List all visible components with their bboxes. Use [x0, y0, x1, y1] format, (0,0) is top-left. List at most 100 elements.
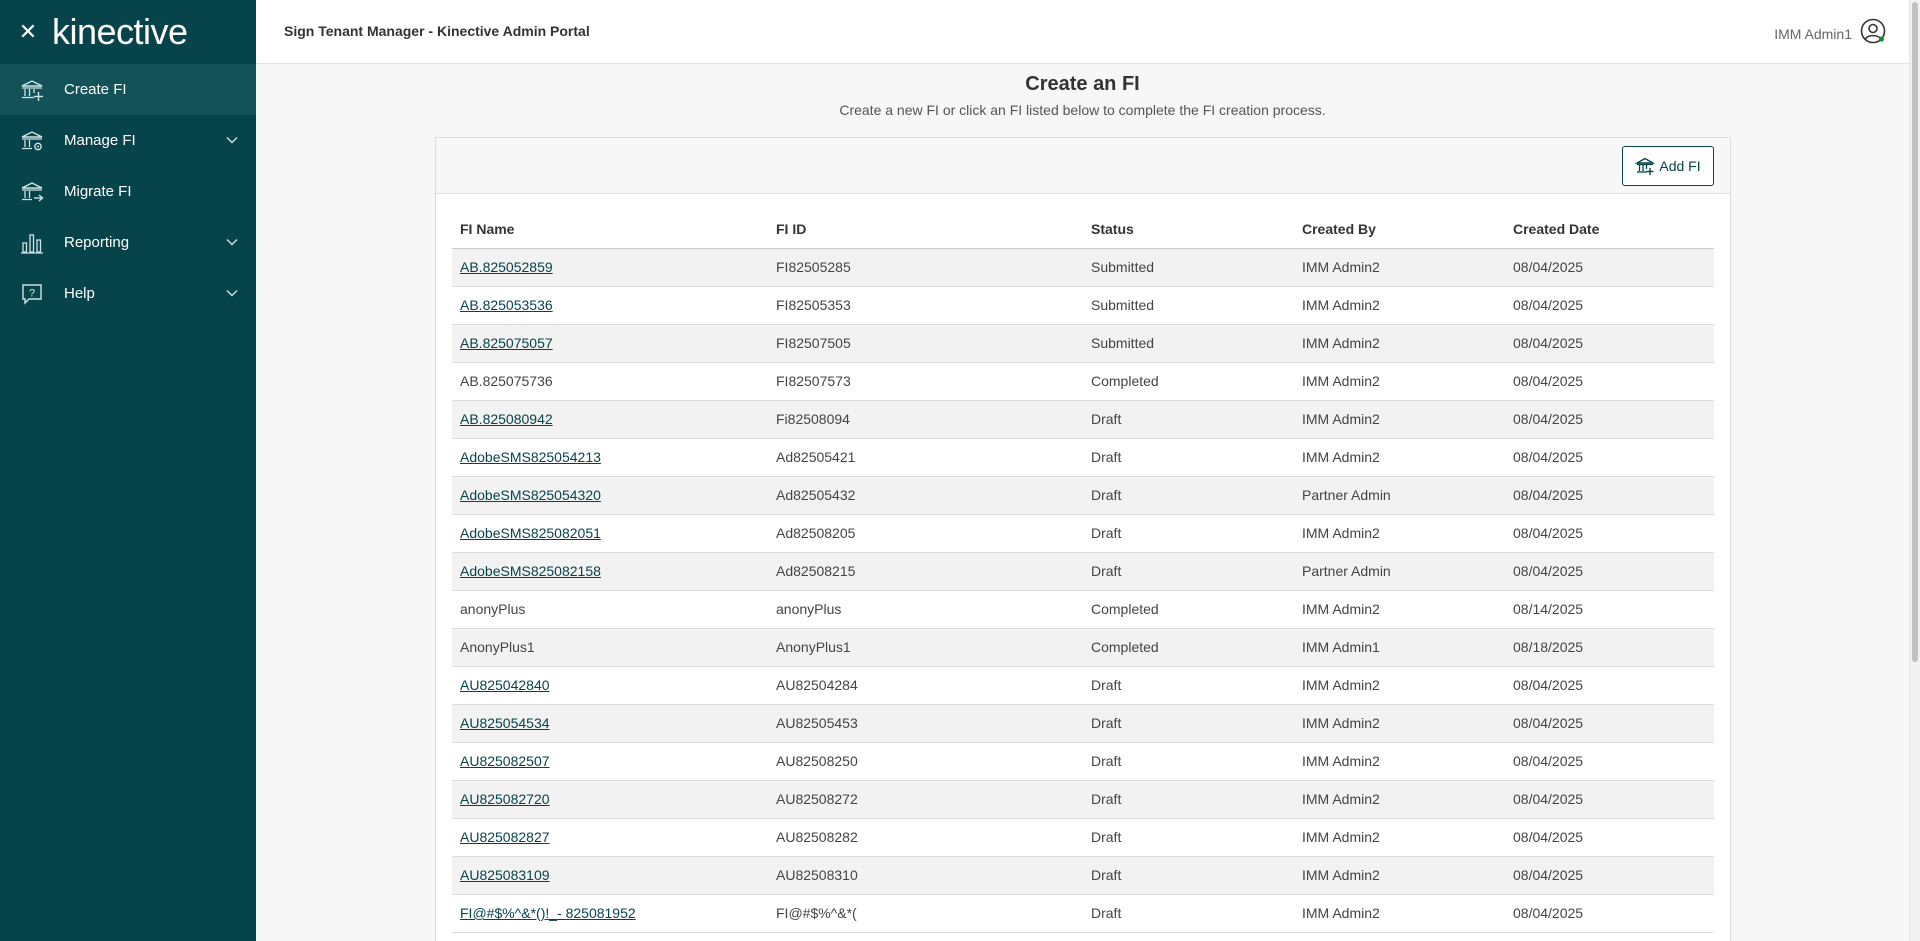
table-row[interactable]: AB.825053536 FI82505353 Submitted IMM Admin…	[452, 286, 1714, 325]
fi-name-link[interactable]: AdobeSMS825054320	[460, 487, 601, 503]
column-header-fi-name[interactable]: FI Name	[452, 210, 768, 249]
created-date-cell: 08/04/2025	[1505, 856, 1714, 895]
fi-name-link[interactable]: AB.825053536	[460, 297, 553, 313]
status-cell: Completed	[1083, 362, 1294, 401]
fi-name-link[interactable]: AdobeSMS825082158	[460, 563, 601, 579]
close-icon[interactable]: ✕	[18, 20, 38, 45]
table-row[interactable]: AU825082720 AU82508272 Draft IMM Admin2 08/0…	[452, 780, 1714, 819]
fi-name-link[interactable]: AU825082827	[460, 829, 550, 845]
chevron-down-icon[interactable]	[224, 285, 240, 301]
table-row[interactable]: AU825082507 AU82508250 Draft IMM Admin2 08/0…	[452, 742, 1714, 781]
status-cell: Draft	[1083, 818, 1294, 857]
fi-name-link[interactable]: AU825083109	[460, 867, 550, 883]
fi-name-link[interactable]: AU825082507	[460, 753, 550, 769]
fi-name-link[interactable]: AB.825080942	[460, 411, 553, 427]
status-cell: Draft	[1083, 666, 1294, 705]
fi-name-cell: AU825082720	[452, 780, 768, 819]
sidebar-item-label: Create FI	[64, 81, 127, 98]
add-fi-button[interactable]: Add FI	[1622, 146, 1714, 186]
sidebar-item-label: Reporting	[64, 234, 130, 251]
scrollbar-thumb[interactable]	[1912, 2, 1918, 662]
status-cell: Draft	[1083, 476, 1294, 515]
fi-name-cell: AB.825075736	[452, 362, 768, 401]
bank-arrow-icon	[18, 178, 46, 206]
column-header-fi-id[interactable]: FI ID	[768, 210, 1083, 249]
fi-list-card: Add FI FI Name FI ID Status Created By C…	[435, 137, 1731, 941]
column-header-status[interactable]: Status	[1083, 210, 1294, 249]
created-by-cell: IMM Admin2	[1294, 286, 1505, 325]
kinective-logo: kinective	[52, 11, 188, 52]
status-cell: Draft	[1083, 400, 1294, 439]
sidebar-item-help[interactable]: ? Help	[0, 268, 256, 319]
page-scrollbar[interactable]	[1909, 0, 1920, 941]
fi-name-cell: AdobeSMS825054320	[452, 476, 768, 515]
chevron-down-icon[interactable]	[224, 234, 240, 250]
bar-chart-icon	[18, 229, 46, 257]
user-avatar-icon[interactable]	[1860, 18, 1886, 49]
fi-id-cell: AU82508250	[768, 742, 1083, 781]
app-title: Sign Tenant Manager - Kinective Admin Po…	[284, 23, 590, 39]
fi-id-cell: FI82505285	[768, 248, 1083, 287]
created-date-cell: 08/04/2025	[1505, 666, 1714, 705]
table-row[interactable]: AU825082827 AU82508282 Draft IMM Admin2 08/0…	[452, 818, 1714, 857]
card-toolbar: Add FI	[436, 138, 1730, 194]
table-header-row: FI Name FI ID Status Created By Created …	[452, 210, 1714, 249]
fi-name-link[interactable]: AB.825075057	[460, 335, 553, 351]
table-row: AnonyPlus1 AnonyPlus1 Completed IMM Admin1 0…	[452, 628, 1714, 667]
fi-name-cell: AB.825075057	[452, 324, 768, 363]
table-row[interactable]: AdobeSMS825054320 Ad82505432 Draft Partner …	[452, 476, 1714, 515]
created-date-cell: 08/04/2025	[1505, 704, 1714, 743]
page-title: Create an FI	[1025, 73, 1140, 95]
fi-name-link[interactable]: FI@#$%^&*()!_- 825081952	[460, 905, 636, 921]
status-cell: Draft	[1083, 438, 1294, 477]
table-row[interactable]: AB.825052859 FI82505285 Submitted IMM Admin…	[452, 248, 1714, 287]
sidebar-item-manage-fi[interactable]: Manage FI	[0, 115, 256, 166]
table-row[interactable]: FI@#$%^&*()!_- 825081952 FI@#$%^&*(Draft I…	[452, 894, 1714, 933]
created-by-cell: IMM Admin2	[1294, 818, 1505, 857]
fi-id-cell: FI82507573	[768, 362, 1083, 401]
table-row[interactable]: AU825054534 AU82505453 Draft IMM Admin2 08/0…	[452, 704, 1714, 743]
column-header-created-date[interactable]: Created Date	[1505, 210, 1714, 249]
fi-name-link[interactable]: AdobeSMS825082051	[460, 525, 601, 541]
user-menu[interactable]: IMM Admin1	[1774, 18, 1886, 49]
chevron-down-icon[interactable]	[224, 132, 240, 148]
created-date-cell: 08/04/2025	[1505, 438, 1714, 477]
sidebar-item-migrate-fi[interactable]: Migrate FI	[0, 166, 256, 217]
table-row[interactable]: AdobeSMS825054213 Ad82505421 Draft IMM Admi…	[452, 438, 1714, 477]
fi-name-link[interactable]: AU825042840	[460, 677, 550, 693]
fi-name-link[interactable]: AdobeSMS825054213	[460, 449, 601, 465]
sidebar: ✕ kinective Create FI Manage FI Migrate FI…	[0, 0, 256, 941]
add-fi-label: Add FI	[1659, 158, 1701, 174]
sidebar-item-create-fi[interactable]: Create FI	[0, 64, 256, 115]
bank-plus-icon	[18, 76, 46, 104]
fi-id-cell: FI@#$%^&*(	[768, 894, 1083, 933]
fi-name-link[interactable]: AU825082720	[460, 791, 550, 807]
fi-id-cell: AU82504284	[768, 666, 1083, 705]
status-cell: Submitted	[1083, 324, 1294, 363]
table-row[interactable]: AU825083109 AU82508310 Draft IMM Admin2 08/0…	[452, 856, 1714, 895]
sidebar-nav: Create FI Manage FI Migrate FI Reporting ? He…	[0, 64, 256, 319]
table-row[interactable]: AdobeSMS825082158 Ad82508215 Draft Partner …	[452, 552, 1714, 591]
status-cell: Submitted	[1083, 286, 1294, 325]
table-row: anonyPlus anonyPlus Completed IMM Admin2 08/…	[452, 590, 1714, 629]
column-header-created-by[interactable]: Created By	[1294, 210, 1505, 249]
fi-name-link[interactable]: AU825054534	[460, 715, 550, 731]
created-by-cell: IMM Admin2	[1294, 856, 1505, 895]
fi-name-cell: AB.825080942	[452, 400, 768, 439]
table-row[interactable]: AB.825075057 FI82507505 Submitted IMM Admin…	[452, 324, 1714, 363]
bank-gear-icon	[18, 127, 46, 155]
created-date-cell: 08/04/2025	[1505, 362, 1714, 401]
created-by-cell: Partner Admin	[1294, 552, 1505, 591]
fi-name-cell: AU825082507	[452, 742, 768, 781]
created-by-cell: IMM Admin2	[1294, 514, 1505, 553]
created-date-cell: 08/04/2025	[1505, 514, 1714, 553]
table-row[interactable]: AdobeSMS825082051 Ad82508205 Draft IMM Admi…	[452, 514, 1714, 553]
sidebar-item-reporting[interactable]: Reporting	[0, 217, 256, 268]
fi-id-cell: AU82508310	[768, 856, 1083, 895]
table-row[interactable]: AU825042840 AU82504284 Draft IMM Admin2 08/0…	[452, 666, 1714, 705]
fi-name-cell: AdobeSMS825082158	[452, 552, 768, 591]
table-row[interactable]: AB.825080942 Fi82508094 Draft IMM Admin2 08/…	[452, 400, 1714, 439]
fi-name-cell: anonyPlus	[452, 590, 768, 629]
fi-id-cell: Ad82508205	[768, 514, 1083, 553]
fi-name-link[interactable]: AB.825052859	[460, 259, 553, 275]
